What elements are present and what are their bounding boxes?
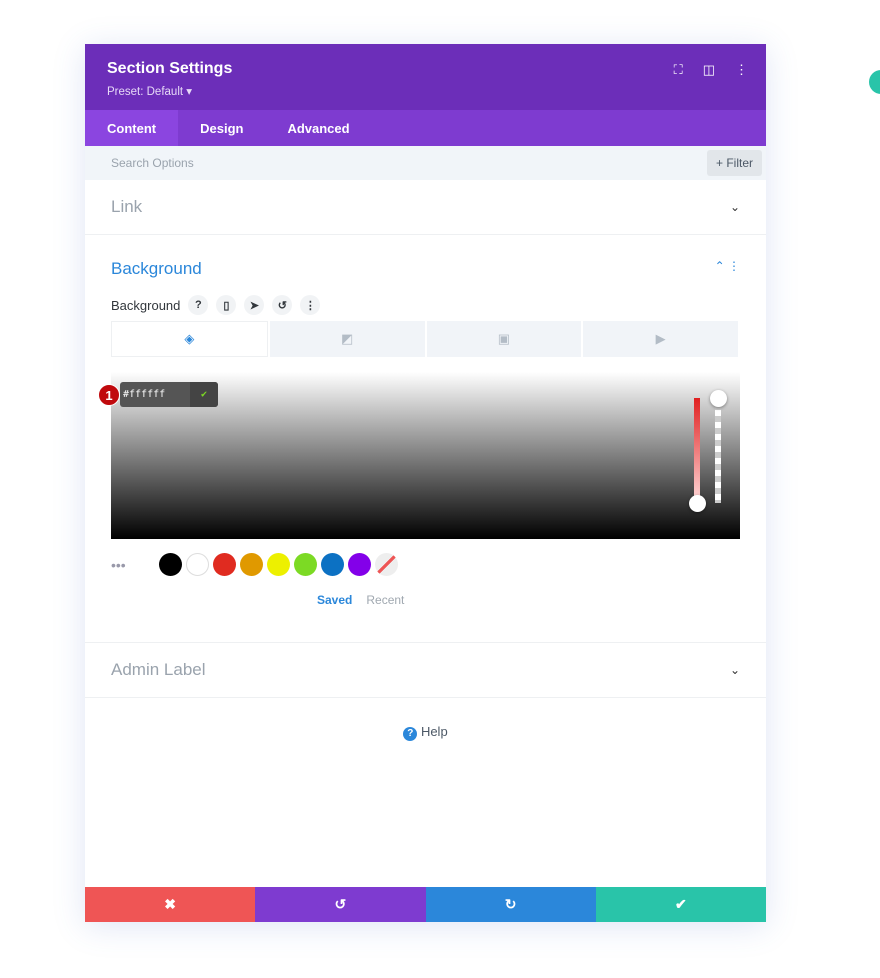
search-bar: Search Options + Filter: [85, 146, 766, 180]
modal-header: Section Settings Preset: Default ▾ ⛶ ◫ ⋮: [85, 44, 766, 110]
image-tab[interactable]: ▣: [426, 321, 582, 357]
opacity-slider-handle[interactable]: [710, 390, 727, 407]
reset-icon[interactable]: ↺: [272, 295, 293, 315]
redo-button[interactable]: ↻: [425, 887, 596, 922]
add-button[interactable]: [869, 70, 880, 94]
swatch-purple[interactable]: [348, 553, 371, 576]
chevron-down-icon: ⌄: [729, 200, 740, 214]
more-options-icon[interactable]: ⋮: [735, 62, 748, 78]
color-swatches: •••: [111, 553, 398, 576]
image-icon: ▣: [497, 331, 511, 346]
tab-design[interactable]: Design: [178, 110, 265, 146]
fullscreen-icon[interactable]: ⛶: [674, 62, 683, 78]
swatch-green[interactable]: [294, 553, 317, 576]
help-icon[interactable]: ?: [188, 295, 209, 315]
swatch-red[interactable]: [213, 553, 236, 576]
more-icon[interactable]: ⋮: [300, 295, 321, 315]
background-section: Background ⌃ ⋮ Background ? ▯ ➤ ↺ ⋮ ◈ ◩ …: [85, 235, 766, 643]
hue-slider-handle[interactable]: [689, 495, 706, 512]
help-icon: ?: [403, 727, 418, 741]
section-settings-modal: Section Settings Preset: Default ▾ ⛶ ◫ ⋮…: [85, 44, 766, 922]
recent-tab[interactable]: Recent: [366, 593, 404, 607]
modal-footer: ✖ ↺ ↻ ✔: [85, 887, 766, 922]
admin-label-title: Admin Label: [111, 660, 206, 679]
modal-title: Section Settings: [107, 60, 233, 77]
step-badge: 1: [98, 384, 120, 406]
check-icon[interactable]: ✔: [190, 382, 218, 407]
video-tab[interactable]: ▶: [583, 321, 738, 357]
gradient-icon: ◩: [340, 331, 354, 346]
background-option-label: Background: [111, 297, 181, 313]
opacity-slider[interactable]: [715, 398, 721, 503]
tab-bar: Content Design Advanced: [85, 110, 766, 146]
video-icon: ▶: [655, 331, 666, 346]
filter-button[interactable]: + Filter: [706, 150, 762, 176]
hue-slider[interactable]: [694, 398, 700, 503]
section-menu-icon[interactable]: ⋮: [728, 259, 740, 273]
cursor-icon[interactable]: ➤: [244, 295, 265, 315]
swatch-orange[interactable]: [240, 553, 263, 576]
cancel-button[interactable]: ✖: [85, 887, 256, 922]
help-link[interactable]: ? Help: [85, 724, 766, 741]
save-button[interactable]: ✔: [595, 887, 766, 922]
swatch-white[interactable]: [186, 553, 209, 576]
background-section-title[interactable]: Background: [111, 259, 202, 279]
chevron-up-icon[interactable]: ⌃: [715, 259, 725, 273]
swatch-black[interactable]: [159, 553, 182, 576]
color-picker-area[interactable]: #ffffff ✔ 1: [98, 372, 740, 539]
paint-bucket-icon: ◈: [184, 331, 195, 346]
preset-dropdown[interactable]: Preset: Default ▾: [107, 84, 744, 98]
hex-input[interactable]: #ffffff ✔: [120, 382, 218, 407]
search-input[interactable]: Search Options: [111, 156, 194, 170]
swatch-yellow[interactable]: [267, 553, 290, 576]
saved-tab[interactable]: Saved: [317, 593, 352, 607]
no-color-swatch-icon[interactable]: [375, 553, 398, 576]
more-swatches-icon[interactable]: •••: [111, 557, 155, 573]
tab-content[interactable]: Content: [85, 110, 179, 146]
chevron-down-icon: ⌄: [729, 663, 740, 677]
gradient-tab[interactable]: ◩: [269, 321, 425, 357]
split-view-icon[interactable]: ◫: [703, 62, 715, 78]
color-tab[interactable]: ◈: [111, 321, 268, 357]
tab-advanced[interactable]: Advanced: [265, 110, 371, 146]
mobile-icon[interactable]: ▯: [216, 295, 237, 315]
link-section-title: Link: [111, 197, 143, 216]
undo-button[interactable]: ↺: [255, 887, 426, 922]
admin-label-section-toggle[interactable]: Admin Label ⌄: [85, 643, 766, 698]
link-section-toggle[interactable]: Link ⌄: [85, 180, 766, 235]
swatch-blue[interactable]: [321, 553, 344, 576]
